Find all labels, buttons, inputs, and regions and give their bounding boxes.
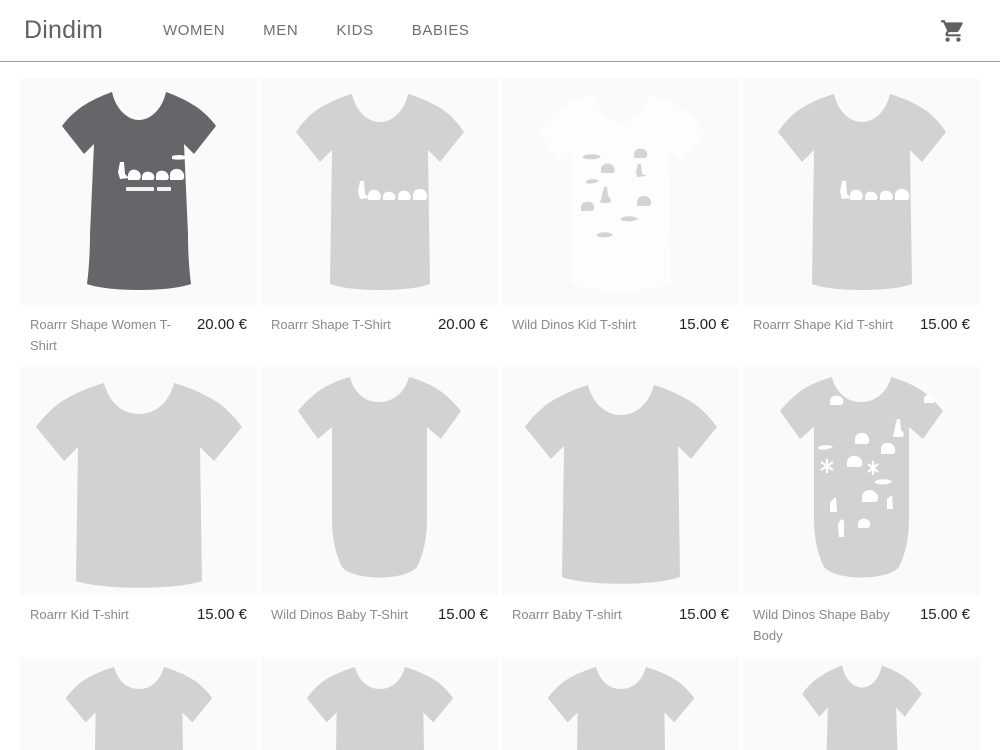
baby-body-graphic (298, 376, 461, 577)
product-meta: Roarrr Shape Women T-Shirt 20.00 € (20, 305, 257, 361)
product-image[interactable] (261, 367, 498, 595)
product-meta: Wild Dinos Baby T-Shirt 15.00 € (261, 595, 498, 651)
product-price: 15.00 € (437, 606, 488, 623)
shopping-cart-icon (940, 18, 966, 44)
product-name: Roarrr Shape Kid T-shirt (753, 317, 893, 332)
nav-item-men[interactable]: MEN (244, 22, 317, 39)
main-navigation: WOMEN MEN KIDS BABIES (153, 22, 489, 39)
product-image[interactable] (20, 367, 257, 595)
product-card[interactable]: Roarrr Shape Kid T-shirt 15.00 € (743, 78, 980, 361)
women-tee-graphic (61, 92, 216, 290)
product-meta: Wild Dinos Shape Baby Body 15.00 € (743, 595, 980, 651)
nav-item-babies[interactable]: BABIES (393, 22, 489, 39)
product-meta: Wild Dinos Kid T-shirt 15.00 € (502, 305, 739, 361)
product-image[interactable] (261, 657, 498, 750)
product-price: 15.00 € (196, 606, 247, 623)
product-row: Roarrr Shape Women T-Shirt 20.00 € Roarr… (20, 78, 980, 361)
product-name: Wild Dinos Kid T-shirt (512, 317, 637, 332)
product-price: 15.00 € (678, 606, 729, 623)
product-image[interactable] (20, 657, 257, 750)
product-meta: Roarrr Shape Kid T-shirt 15.00 € (743, 305, 980, 361)
product-meta: Roarrr Kid T-shirt 15.00 € (20, 595, 257, 651)
kid-tee-graphic (306, 666, 453, 750)
product-card[interactable]: Roarrr Baby T-shirt 15.00 € (502, 367, 739, 651)
product-card[interactable]: Roarrr Shape T-Shirt 20.00 € (261, 78, 498, 361)
product-card[interactable]: Roarrr Shape Women T-Shirt 20.00 € (20, 78, 257, 361)
product-image[interactable] (20, 78, 257, 305)
product-card[interactable]: Wild Dinos Shape Baby Body 15.00 € (743, 367, 980, 651)
cart-button[interactable] (936, 14, 970, 48)
women-tee-graphic (801, 665, 922, 750)
product-meta: Roarrr Shape T-Shirt 20.00 € (261, 305, 498, 361)
product-card[interactable]: Roarrr Kid T-shirt 15.00 € (20, 367, 257, 651)
product-card[interactable]: Wild Dinos Baby T-Shirt 15.00 € (261, 367, 498, 651)
product-price: 20.00 € (437, 316, 488, 333)
product-image[interactable] (743, 367, 980, 595)
product-meta: Roarrr Baby T-shirt 15.00 € (502, 595, 739, 651)
product-card[interactable] (20, 657, 257, 750)
crew-tee-graphic (295, 94, 464, 290)
product-catalog: Roarrr Shape Women T-Shirt 20.00 € Roarr… (0, 62, 1000, 750)
product-price: 15.00 € (678, 316, 729, 333)
kid-tee-graphic (65, 666, 212, 750)
baby-tee-graphic (524, 384, 717, 584)
kid-tee-graphic (547, 666, 694, 750)
product-image[interactable] (502, 78, 739, 305)
product-price: 15.00 € (919, 316, 970, 333)
kid-tee-graphic (777, 94, 946, 290)
brand-logo[interactable]: Dindim (24, 16, 103, 45)
product-card[interactable] (502, 657, 739, 750)
product-image[interactable] (743, 78, 980, 305)
product-name: Roarrr Baby T-shirt (512, 607, 622, 622)
product-name: Roarrr Shape T-Shirt (271, 317, 391, 332)
product-row-partial (20, 657, 980, 750)
product-image[interactable] (743, 657, 980, 750)
product-card[interactable] (261, 657, 498, 750)
product-name: Wild Dinos Baby T-Shirt (271, 607, 409, 622)
product-card[interactable]: Wild Dinos Kid T-shirt 15.00 € (502, 78, 739, 361)
product-image[interactable] (502, 657, 739, 750)
product-price: 15.00 € (919, 606, 970, 623)
product-image[interactable] (502, 367, 739, 595)
wild-dinos-baby-body-graphic (780, 376, 943, 577)
nav-item-kids[interactable]: KIDS (317, 22, 392, 39)
product-price: 20.00 € (196, 316, 247, 333)
product-row: Roarrr Kid T-shirt 15.00 € Wild Dinos Ba… (20, 367, 980, 651)
product-name: Roarrr Kid T-shirt (30, 607, 129, 622)
site-header: Dindim WOMEN MEN KIDS BABIES (0, 0, 1000, 62)
product-name: Roarrr Shape Women T-Shirt (30, 317, 172, 353)
nav-item-women[interactable]: WOMEN (153, 22, 244, 39)
wild-dinos-kid-tee-graphic (536, 94, 705, 290)
kid-tee-graphic (35, 382, 242, 588)
product-name: Wild Dinos Shape Baby Body (753, 607, 890, 643)
product-card[interactable] (743, 657, 980, 750)
product-image[interactable] (261, 78, 498, 305)
